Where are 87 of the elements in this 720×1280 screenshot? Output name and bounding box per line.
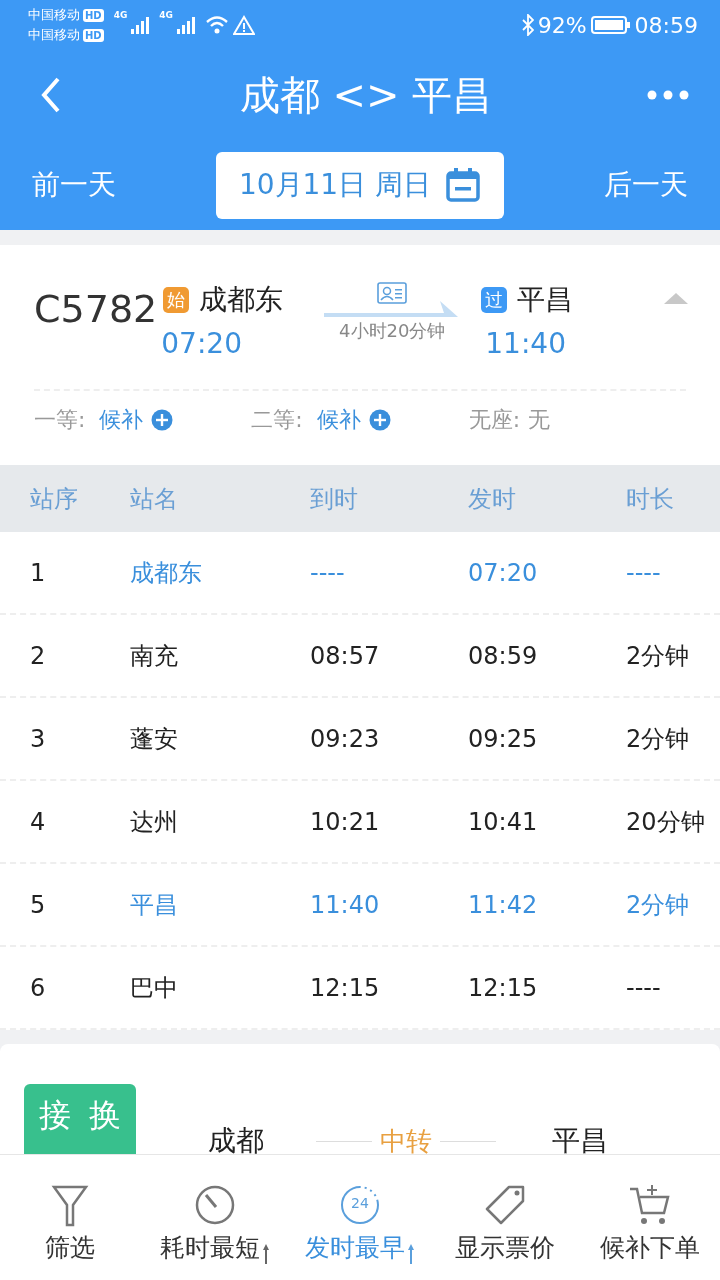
signal-icon bbox=[131, 16, 152, 34]
table-cell-text: 3 bbox=[29, 724, 47, 753]
clock-time: 08:59 bbox=[634, 12, 698, 38]
table-cell-text: 蓬安 bbox=[130, 723, 179, 755]
table-cell-text: 10:21 bbox=[310, 807, 381, 836]
transfer-label: 中转 bbox=[380, 1125, 432, 1154]
calendar-icon bbox=[445, 167, 482, 203]
station-name: 平昌 bbox=[552, 1123, 608, 1154]
next-day-button[interactable]: 后一天 bbox=[604, 166, 688, 204]
station-name: 平昌 bbox=[517, 282, 574, 318]
table-cell-text: 4 bbox=[29, 807, 47, 836]
table-cell-text: ---- bbox=[626, 973, 662, 1002]
seat-class-label: 一等: bbox=[34, 406, 86, 434]
carrier-name: 中国移动 bbox=[28, 26, 80, 44]
column-header: 站名 bbox=[130, 483, 179, 515]
table-cell-text: 10:41 bbox=[468, 807, 539, 836]
table-cell-text: 5 bbox=[29, 890, 47, 919]
table-cell-text: 2分钟 bbox=[626, 723, 691, 755]
page-title: 成都 <> 平昌 bbox=[238, 70, 494, 120]
table-cell-text: 2分钟 bbox=[626, 889, 691, 921]
timer-icon bbox=[193, 1183, 237, 1227]
more-icon[interactable] bbox=[646, 89, 690, 101]
table-cell-text: ---- bbox=[626, 558, 662, 587]
hd-badge: HD bbox=[83, 28, 104, 42]
arrival-time: 11:40 bbox=[485, 327, 567, 360]
table-cell-text: 12:15 bbox=[310, 973, 381, 1002]
carrier-name: 中国移动 bbox=[28, 6, 80, 24]
table-cell-text: 08:57 bbox=[310, 641, 381, 670]
table-cell-text: 平昌 bbox=[130, 889, 179, 921]
bluetooth-icon bbox=[521, 14, 534, 36]
toolbar-button[interactable]: 24 发时最早 bbox=[300, 1155, 420, 1280]
toolbar-button[interactable]: 耗时最短 bbox=[155, 1155, 275, 1280]
filter-icon bbox=[50, 1183, 90, 1227]
travel-duration: 4小时20分钟 bbox=[339, 319, 446, 343]
table-cell-text: 07:20 bbox=[468, 558, 539, 587]
table-cell-text: 08:59 bbox=[468, 641, 539, 670]
cart-icon bbox=[628, 1183, 672, 1227]
pass-badge: 过 bbox=[481, 287, 508, 313]
seat-class-label: 无座: bbox=[468, 406, 521, 434]
plus-icon[interactable] bbox=[368, 409, 391, 431]
clock-number: 24 bbox=[350, 1195, 370, 1211]
column-header: 到时 bbox=[310, 483, 359, 515]
train-number: C5782 bbox=[34, 287, 158, 331]
collapse-icon[interactable] bbox=[662, 291, 690, 305]
toolbar-button[interactable]: 筛选 bbox=[10, 1155, 130, 1280]
signal-icon bbox=[177, 16, 197, 34]
table-cell-text: 成都东 bbox=[130, 557, 203, 589]
date-picker[interactable]: 10月11日 周日 bbox=[216, 151, 504, 219]
table-cell-text: 2 bbox=[29, 641, 47, 670]
previous-day-button[interactable]: 前一天 bbox=[32, 166, 116, 204]
table-cell-text: 6 bbox=[29, 973, 47, 1002]
table-cell-text: 11:40 bbox=[310, 890, 381, 919]
battery-percent: 92% bbox=[537, 12, 587, 38]
column-header: 发时 bbox=[468, 483, 517, 515]
transfer-badge: 接 换 bbox=[24, 1084, 136, 1154]
table-cell-text: 11:42 bbox=[468, 890, 539, 919]
table-cell-text: 20分钟 bbox=[626, 806, 706, 838]
column-header: 站序 bbox=[29, 483, 79, 515]
table-cell-text: 2分钟 bbox=[626, 640, 691, 672]
battery-icon bbox=[590, 15, 631, 35]
station-name: 成都 bbox=[208, 1123, 264, 1154]
toolbar-button[interactable]: 显示票价 bbox=[445, 1155, 565, 1280]
clock-icon bbox=[338, 1183, 382, 1227]
station-name: 成都东 bbox=[199, 282, 284, 318]
waitlist-link[interactable]: 候补 bbox=[99, 405, 144, 435]
network-type: 4G bbox=[159, 10, 173, 20]
table-cell-text: 09:23 bbox=[310, 724, 381, 753]
warning-icon bbox=[233, 15, 255, 35]
table-cell-text: ---- bbox=[310, 558, 346, 587]
hd-badge: HD bbox=[83, 8, 104, 22]
table-cell-text: 达州 bbox=[130, 806, 179, 838]
table-cell-text: 南充 bbox=[130, 640, 179, 672]
table-cell-text: 12:15 bbox=[468, 973, 539, 1002]
network-type: 4G bbox=[113, 10, 128, 20]
seat-availability: 无 bbox=[528, 406, 551, 434]
column-header: 时长 bbox=[626, 483, 675, 515]
wifi-icon bbox=[205, 15, 229, 35]
price-tag-icon bbox=[483, 1183, 527, 1227]
origin-badge: 始 bbox=[163, 287, 190, 313]
table-cell-text: 巴中 bbox=[130, 972, 179, 1004]
waitlist-link[interactable]: 候补 bbox=[316, 405, 361, 435]
toolbar-button[interactable]: 候补下单 bbox=[590, 1155, 710, 1280]
plus-icon[interactable] bbox=[151, 409, 174, 431]
table-cell-text: 1 bbox=[29, 558, 47, 587]
table-cell-text: 09:25 bbox=[468, 724, 539, 753]
departure-time: 07:20 bbox=[161, 327, 243, 360]
seat-class-label: 二等: bbox=[251, 406, 303, 434]
